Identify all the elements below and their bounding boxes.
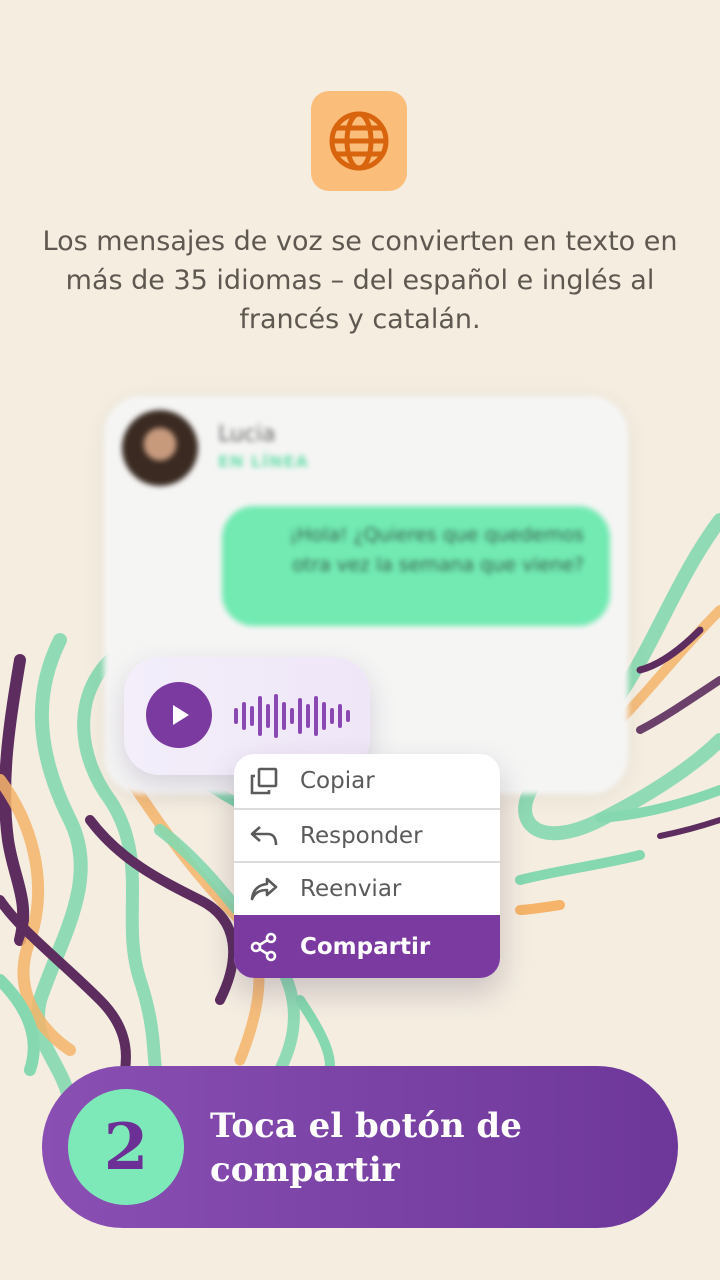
play-button[interactable] [146,682,212,748]
menu-item-label: Reenviar [300,876,402,902]
globe-icon [329,111,389,171]
play-icon [173,705,189,725]
step-banner: 2 Toca el botón de compartir [42,1066,678,1228]
step-instruction: Toca el botón de compartir [210,1106,522,1190]
menu-item-reply[interactable]: Responder [234,810,500,861]
menu-item-label: Copiar [300,768,375,794]
avatar [122,410,198,486]
menu-item-label: Compartir [300,933,431,960]
contact-status: EN LÍNEA [218,452,309,471]
share-icon [250,932,277,961]
copy-icon [250,767,278,795]
context-menu: Copiar Responder Reenviar Compartir [234,754,500,978]
menu-item-share[interactable]: Compartir [234,915,500,978]
menu-item-forward[interactable]: Reenviar [234,863,500,915]
intro-text: Los mensajes de voz se convierten en tex… [42,226,678,335]
menu-item-copy[interactable]: Copiar [234,754,500,808]
forward-icon [250,877,278,901]
reply-icon [250,825,278,845]
step-number: 2 [68,1089,184,1205]
globe-badge [311,91,407,191]
contact-name: Lucia [218,422,276,447]
menu-item-label: Responder [300,822,423,849]
waveform-icon [234,694,350,738]
message-bubble: ¡Hola! ¿Quieres que quedemos otra vez la… [222,506,610,626]
